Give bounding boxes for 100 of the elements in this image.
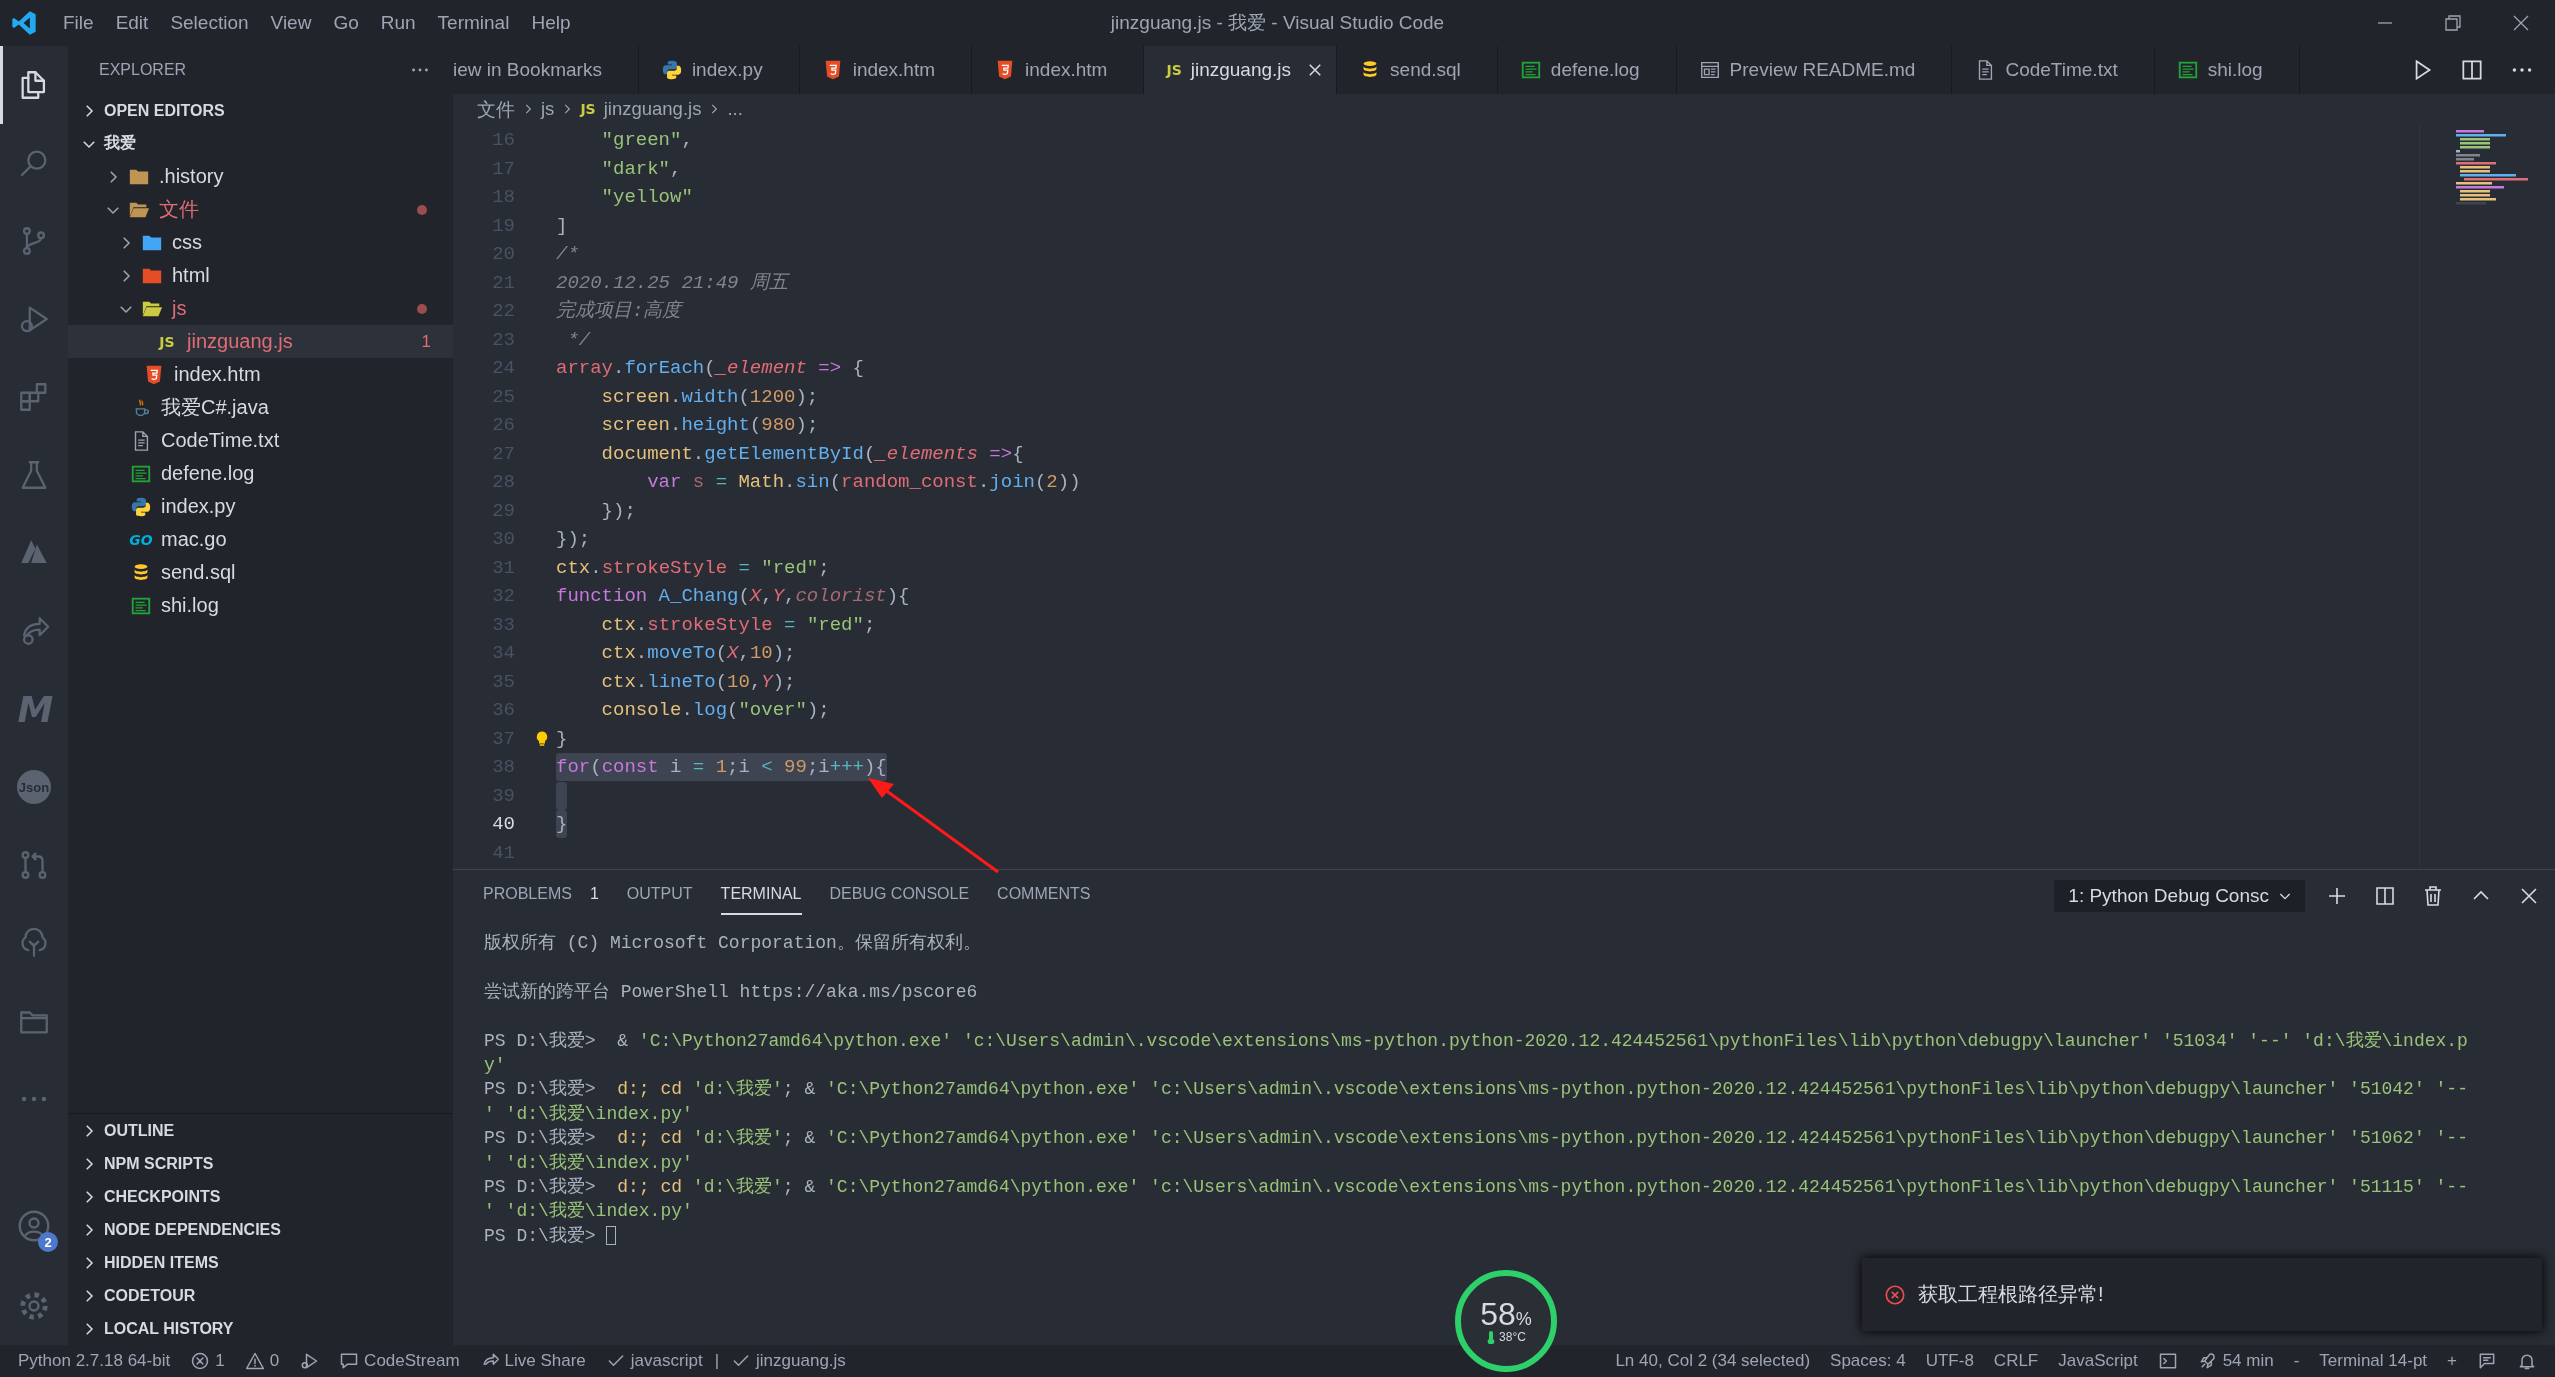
code-line: 2020.12.25 21:49 周五 [556, 270, 788, 296]
code-line: */ [566, 327, 591, 353]
status-item[interactable]: UTF-8 [1915, 1351, 1984, 1371]
status-item[interactable]: 54 min [2217, 1351, 2284, 1371]
status-item[interactable]: CRLF [1983, 1351, 2049, 1371]
file-name: html [172, 264, 211, 287]
menu-item[interactable]: Terminal [426, 12, 521, 34]
js-file-icon: JS [159, 333, 175, 350]
panel-tab[interactable]: PROBLEMS 1 [483, 877, 599, 915]
menu-item[interactable]: File [52, 12, 105, 34]
status-item[interactable]: JavaScript [2048, 1351, 2148, 1371]
section-header[interactable]: CHECKPOINTS [104, 1187, 221, 1206]
status-item[interactable]: 0 [264, 1351, 290, 1371]
split-icon[interactable] [2373, 884, 2397, 908]
terminal-icon[interactable] [2157, 1351, 2178, 1371]
terminal-dropdown[interactable]: 1: Python Debug Consc [2054, 880, 2305, 912]
section-header[interactable]: LOCAL HISTORY [104, 1319, 234, 1338]
panel-tab[interactable]: TERMINAL [720, 877, 802, 915]
code-line: var s = Math.sin(random_const.join(2)) [646, 470, 1081, 496]
status-item[interactable]: 1 [210, 1351, 235, 1371]
panel-title: EXPLORER [99, 61, 187, 79]
feedback-icon[interactable] [2477, 1351, 2497, 1371]
code-line: } [556, 810, 568, 839]
editor-tab[interactable]: JS jinzguang.js [1144, 46, 1338, 94]
file-tree-item[interactable]: send.sql [68, 556, 453, 589]
section-header[interactable]: CODETOUR [104, 1286, 196, 1305]
menu-item[interactable]: Go [322, 12, 370, 34]
error-icon [1884, 1283, 1906, 1306]
code-line: }); [556, 527, 591, 553]
notification-message: 获取工程根路径异常! [1918, 1282, 2104, 1307]
file-tree-item[interactable]: 文件 [68, 193, 453, 226]
file-tree-item[interactable]: html [68, 259, 453, 292]
line-number: 40 [491, 813, 515, 836]
status-item[interactable]: javascript [625, 1351, 713, 1371]
status-item[interactable]: Spaces: 4 [1820, 1351, 1916, 1371]
menu-item[interactable]: Help [520, 12, 582, 34]
status-item[interactable]: CodeStream [359, 1351, 470, 1371]
status-item[interactable]: + [2437, 1351, 2467, 1371]
split-editor-icon[interactable] [2459, 57, 2485, 83]
problem-count: 1 [421, 331, 431, 352]
breadcrumb-item[interactable]: ... [727, 98, 743, 120]
code-line: array.forEach(_element => { [556, 356, 864, 382]
tab-label: CodeTime.txt [2005, 59, 2118, 81]
terminal-line: PS D:\我爱> d:; cd 'd:\我爱'; & 'C:\Python27amd64\python.exe' 'c:\Users\admin\.vscode\extensions\ms-python.python-2020.12.424452561\pythonFiles\lib\python\debugpy\launcher' '51062' '-- [484, 1127, 2469, 1151]
terminal-line: ' 'd:\我爱\index.py' [484, 1200, 694, 1224]
code-line: }); [600, 498, 636, 524]
tab-label: iew in Bookmarks [453, 59, 602, 81]
debug-icon[interactable] [299, 1351, 320, 1371]
temperature-label: 38°C [1499, 1330, 1526, 1344]
status-item[interactable]: Python 2.7.18 64-bit [8, 1351, 181, 1371]
status-item[interactable]: - [2283, 1351, 2310, 1371]
status-item[interactable]: Terminal 14-pt [2309, 1351, 2438, 1371]
section-header[interactable]: OUTLINE [104, 1121, 175, 1140]
status-item[interactable]: Live Share [499, 1351, 596, 1371]
log-file-icon [1519, 59, 1542, 81]
comment-icon[interactable] [339, 1351, 360, 1371]
section-header[interactable]: NPM SCRIPTS [104, 1154, 214, 1173]
section-header[interactable]: 我爱 [104, 133, 136, 154]
section-header[interactable]: NODE DEPENDENCIES [104, 1220, 281, 1239]
status-item[interactable]: jinzguang.js [751, 1351, 856, 1371]
panel-tab[interactable]: COMMENTS [997, 877, 1091, 915]
menu-item[interactable]: Run [369, 12, 427, 34]
file-tree-item[interactable]: index.htm [68, 358, 453, 391]
tab-label: jinzguang.js [1190, 59, 1292, 81]
menu-item[interactable]: Selection [159, 12, 260, 34]
file-name: index.py [161, 495, 237, 518]
code-line: ctx.strokeStyle = "red"; [600, 612, 876, 638]
menu-item[interactable]: View [259, 12, 323, 34]
js-file-icon: JS [580, 101, 596, 117]
section-header[interactable]: OPEN EDITORS [104, 101, 225, 120]
terminal-line: 尝试新的跨平台 PowerShell https://aka.ms/pscore6 [484, 980, 979, 1004]
warning-icon[interactable] [244, 1351, 265, 1371]
file-tree-item[interactable]: GO mac.go [68, 523, 453, 556]
section-header[interactable]: HIDDEN ITEMS [104, 1253, 219, 1272]
terminal-line: PS D:\我爱> [484, 1223, 2555, 1249]
file-tree-item[interactable]: index.py [68, 490, 453, 523]
file-tree-item[interactable]: CodeTime.txt [68, 424, 453, 457]
code-line: "green", [600, 128, 693, 154]
file-name: mac.go [161, 528, 228, 551]
error-icon[interactable] [190, 1351, 211, 1371]
breadcrumb-item[interactable]: js [541, 98, 555, 120]
breadcrumb-item[interactable]: 文件 [477, 96, 515, 122]
code-line: } [556, 726, 568, 752]
file-tree-item[interactable]: js [68, 292, 453, 325]
file-tree-item[interactable]: JS jinzguang.js 1 [68, 325, 453, 358]
panel-tab[interactable]: DEBUG CONSOLE [829, 877, 970, 915]
status-item[interactable]: Ln 40, Col 2 (34 selected) [1605, 1351, 1821, 1371]
file-tree-item[interactable]: css [68, 226, 453, 259]
file-tree-item[interactable]: defene.log [68, 457, 453, 490]
tab-label: index.htm [1025, 59, 1108, 81]
tab-label: send.sql [1390, 59, 1461, 81]
breadcrumb-item[interactable]: jinzguang.js [603, 98, 702, 120]
menu-item[interactable]: Edit [104, 12, 160, 34]
code-line: screen.height(980); [600, 413, 819, 439]
file-tree-item[interactable]: 我爱C#.java [68, 391, 453, 424]
panel-tab[interactable]: OUTPUT [626, 877, 693, 915]
code-line: "dark", [600, 156, 682, 182]
file-tree-item[interactable]: .history [68, 160, 453, 193]
notification-badge: 2 [38, 1232, 58, 1252]
file-tree-item[interactable]: shi.log [68, 589, 453, 622]
